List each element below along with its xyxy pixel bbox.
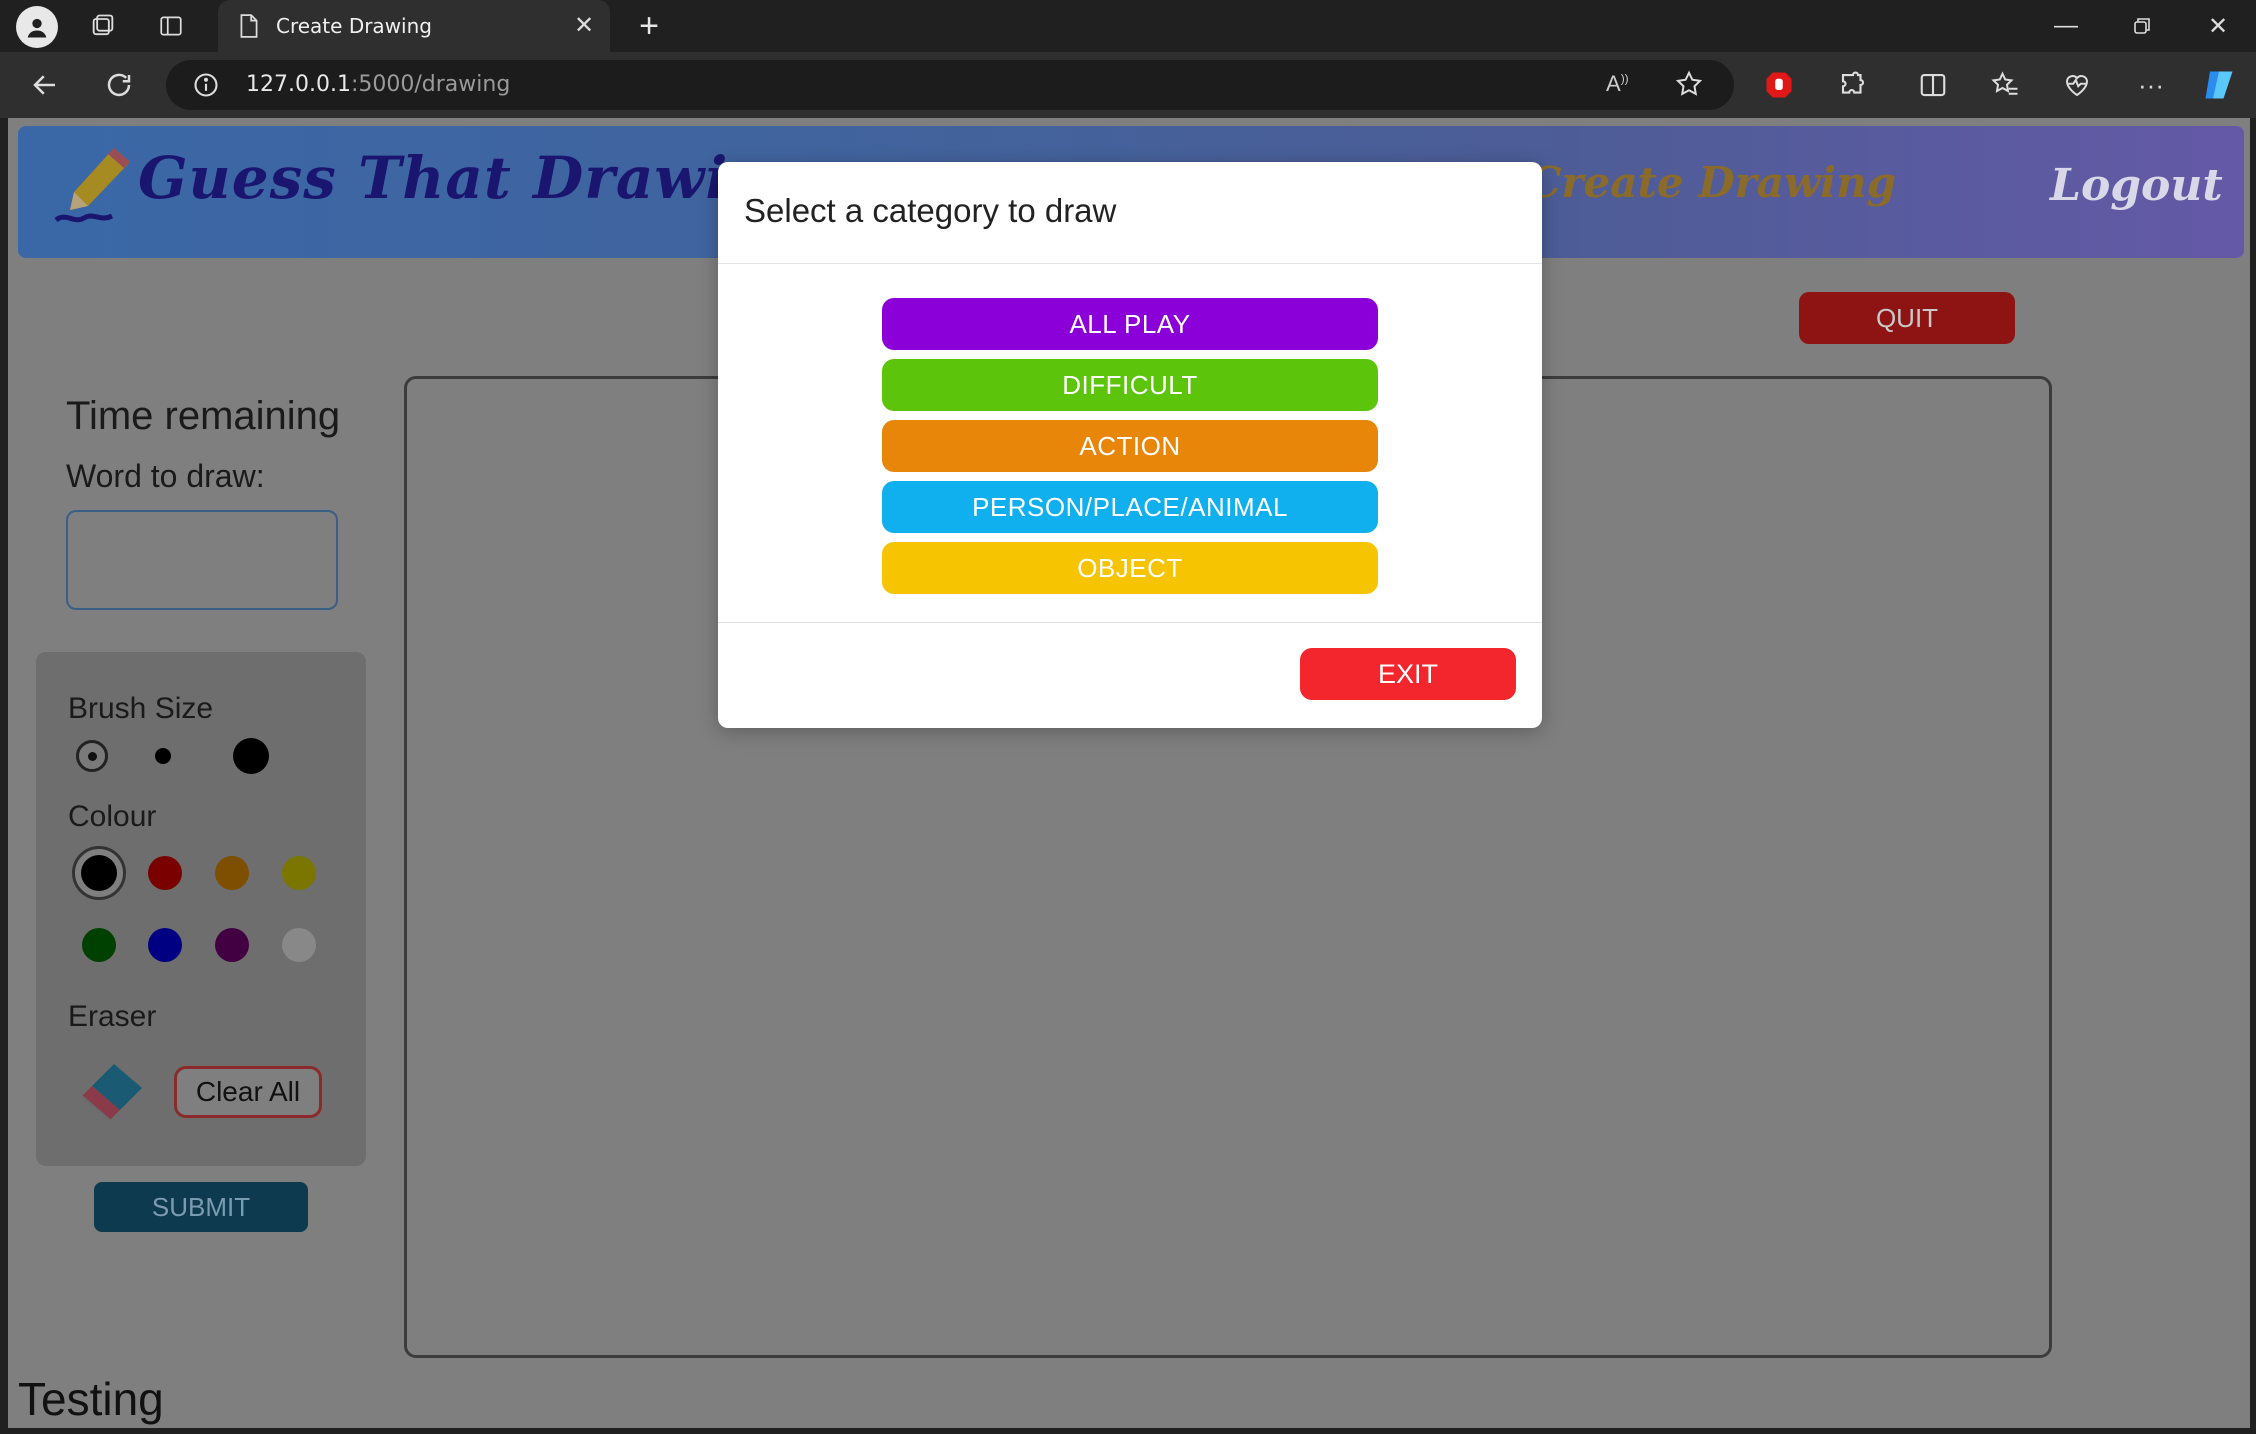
colour-label: Colour <box>68 800 157 833</box>
clear-all-button[interactable]: Clear All <box>174 1066 322 1118</box>
restore-icon[interactable] <box>2112 8 2172 44</box>
colour-swatch-yellow[interactable] <box>282 856 316 890</box>
refresh-icon[interactable] <box>100 66 138 104</box>
address-bar[interactable]: 127.0.0.1:5000/drawing A)) <box>166 60 1734 110</box>
new-tab-icon[interactable]: + <box>630 7 668 45</box>
url-text: 127.0.0.1:5000/drawing <box>246 72 510 97</box>
submit-button[interactable]: SUBMIT <box>94 1182 308 1232</box>
category-action-button[interactable]: ACTION <box>882 420 1378 472</box>
colour-swatch-green[interactable] <box>82 928 116 962</box>
site-logo-text[interactable]: Guess That Drawing <box>138 144 813 212</box>
exit-button[interactable]: EXIT <box>1300 648 1516 700</box>
site-info-icon[interactable] <box>192 71 220 99</box>
nav-logout[interactable]: Logout <box>2050 160 2223 211</box>
category-person-place-animal-button[interactable]: PERSON/PLACE/ANIMAL <box>882 481 1378 533</box>
brush-size-large[interactable] <box>233 738 269 774</box>
close-window-icon[interactable]: ✕ <box>2188 8 2248 44</box>
eraser-icon[interactable] <box>78 1060 150 1124</box>
colour-swatch-white[interactable] <box>282 928 316 962</box>
footer-text: Testing <box>18 1373 164 1425</box>
colour-swatch-orange[interactable] <box>215 856 249 890</box>
vertical-tabs-icon[interactable] <box>152 8 190 44</box>
pencil-logo-icon <box>54 148 130 223</box>
category-all-play-button[interactable]: ALL PLAY <box>882 298 1378 350</box>
performance-icon[interactable] <box>2058 66 2096 104</box>
brush-size-medium[interactable] <box>155 748 171 764</box>
word-to-draw-label: Word to draw: <box>66 458 265 494</box>
browser-tabbar: Create Drawing ✕ + — ✕ <box>0 0 2256 52</box>
tab-title: Create Drawing <box>276 14 432 38</box>
modal-divider <box>718 622 1542 623</box>
colour-swatch-purple[interactable] <box>215 928 249 962</box>
more-menu-icon[interactable]: ··· <box>2132 66 2170 104</box>
modal-divider <box>718 263 1542 264</box>
close-tab-icon[interactable]: ✕ <box>572 14 596 38</box>
read-aloud-icon[interactable]: A)) <box>1606 71 1636 99</box>
copilot-icon[interactable] <box>2200 66 2238 104</box>
nav-create-drawing[interactable]: Create Drawing <box>1528 158 1896 207</box>
url-path: :5000/drawing <box>350 72 511 97</box>
category-modal: Select a category to draw ALL PLAY DIFFI… <box>718 162 1542 728</box>
eraser-label: Eraser <box>68 1000 157 1033</box>
favorite-star-icon[interactable] <box>1674 69 1704 99</box>
page-viewport: Guess That Drawing Create Drawing Logout… <box>8 118 2250 1428</box>
split-screen-icon[interactable] <box>1914 66 1952 104</box>
quit-button[interactable]: QUIT <box>1799 292 2015 344</box>
brush-size-label: Brush Size <box>68 692 214 725</box>
brush-size-small-selected[interactable] <box>76 740 108 772</box>
extensions-icon[interactable] <box>1834 66 1872 104</box>
category-object-button[interactable]: OBJECT <box>882 542 1378 594</box>
browser-toolbar: 127.0.0.1:5000/drawing A)) ··· <box>0 52 2256 118</box>
word-to-draw-box <box>66 510 338 610</box>
category-difficult-button[interactable]: DIFFICULT <box>882 359 1378 411</box>
profile-icon[interactable] <box>16 6 58 48</box>
back-icon[interactable] <box>26 66 64 104</box>
page-icon <box>240 14 258 38</box>
modal-title: Select a category to draw <box>744 192 1117 229</box>
colour-swatch-blue[interactable] <box>148 928 182 962</box>
favorites-icon[interactable] <box>1986 66 2024 104</box>
workspaces-icon[interactable] <box>84 8 122 44</box>
adblock-icon[interactable] <box>1760 66 1798 104</box>
drawing-tools-panel: Brush Size Colour Eraser Clear All <box>36 652 366 1166</box>
minimize-icon[interactable]: — <box>2036 8 2096 44</box>
browser-tab[interactable]: Create Drawing ✕ <box>218 0 610 52</box>
time-remaining-label: Time remaining <box>66 394 341 438</box>
colour-swatch-red[interactable] <box>148 856 182 890</box>
url-host: 127.0.0.1 <box>246 72 351 97</box>
colour-swatch-black-selected[interactable] <box>72 846 126 900</box>
